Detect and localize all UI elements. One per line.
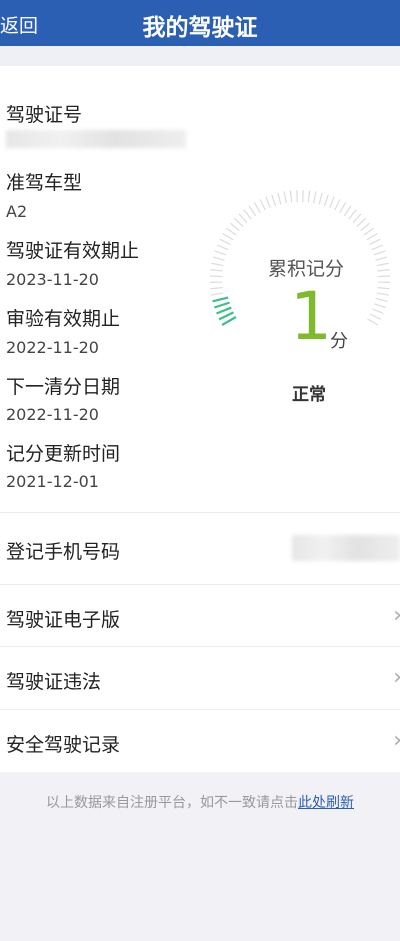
gauge-tick <box>210 287 223 290</box>
gauge-tick-filled <box>212 296 229 303</box>
chevron-right-icon: › <box>393 728 400 753</box>
gauge-tick <box>348 209 357 220</box>
gauge-tick <box>375 256 388 261</box>
electronic-license-row[interactable]: 驾驶证电子版 › <box>0 585 400 646</box>
gauge-tick <box>366 233 378 241</box>
license-class-label: 准驾车型 <box>6 172 83 194</box>
gauge-tick <box>363 227 374 236</box>
gauge-tick <box>212 256 225 261</box>
refresh-link[interactable]: 此处刷新 <box>298 795 354 811</box>
gauge-tick <box>222 233 234 241</box>
gauge-tick <box>343 205 352 217</box>
gauge-tick <box>323 194 329 207</box>
gauge-tick <box>356 217 366 228</box>
gauge-tick <box>377 275 390 278</box>
gauge-tick <box>329 196 335 209</box>
electronic-license-label: 驾驶证电子版 <box>6 609 121 631</box>
points-value: 1 <box>290 278 332 355</box>
gauge-tick <box>371 244 384 251</box>
gauge-tick-filled <box>216 306 232 315</box>
gauge-tick-filled <box>213 301 230 309</box>
gauge-tick <box>271 194 277 207</box>
gauge-tick <box>219 238 231 246</box>
gauge-tick <box>259 199 266 211</box>
gauge-tick <box>360 222 371 232</box>
inspection-until-label: 审验有效期止 <box>6 308 121 330</box>
next-clear-value: 2022-11-20 <box>6 405 99 424</box>
gauge-tick <box>377 269 390 272</box>
gauge-tick <box>367 318 379 326</box>
gauge-tick <box>376 262 389 267</box>
gauge-tick <box>234 217 244 228</box>
valid-until-label: 驾驶证有效期止 <box>6 240 140 262</box>
license-violations-label: 驾驶证违法 <box>6 671 102 693</box>
license-class-value: A2 <box>6 202 28 221</box>
header-spacer <box>0 46 400 66</box>
points-unit: 分 <box>330 331 348 352</box>
gauge-tick <box>210 275 223 278</box>
gauge-tick <box>313 191 317 204</box>
points-updated-label: 记分更新时间 <box>6 443 121 465</box>
gauge-tick <box>277 192 282 205</box>
top-navigation-bar: 返回 我的驾驶证 <box>0 0 400 46</box>
gauge-tick <box>334 199 341 211</box>
license-violations-row[interactable]: 驾驶证违法 › <box>0 647 400 709</box>
divider <box>0 512 400 513</box>
gauge-tick <box>229 222 240 232</box>
chevron-right-icon: › <box>393 603 400 628</box>
gauge-tick <box>265 196 271 209</box>
page-title: 我的驾驶证 <box>142 15 258 41</box>
footer-note-text: 以上数据来自注册平台，如不一致请点击 <box>46 795 298 811</box>
phone-number-label: 登记手机号码 <box>6 541 121 563</box>
safe-driving-record-label: 安全驾驶记录 <box>6 734 121 756</box>
gauge-tick <box>373 250 386 256</box>
gauge-tick-filled <box>218 311 234 321</box>
gauge-tick <box>211 292 224 296</box>
chevron-right-icon: › <box>393 665 400 690</box>
gauge-tick-filled <box>221 316 237 326</box>
gauge-tick <box>339 202 347 214</box>
gauge-tick <box>238 213 248 224</box>
footer-note: 以上数据来自注册平台，如不一致请点击此处刷新 <box>0 792 400 812</box>
gauge-tick <box>248 205 257 217</box>
points-label: 累积记分 <box>268 258 345 280</box>
gauge-tick <box>283 191 287 204</box>
gauge-tick <box>374 303 386 309</box>
gauge-tick <box>376 292 389 296</box>
inspection-until-value: 2022-11-20 <box>6 338 99 357</box>
gauge-tick <box>210 269 223 272</box>
points-status: 正常 <box>292 385 326 405</box>
gauge-tick <box>226 227 237 236</box>
gauge-tick <box>243 209 252 220</box>
valid-until-value: 2023-11-20 <box>6 270 99 289</box>
gauge-tick <box>369 238 381 246</box>
gauge-tick <box>377 287 390 290</box>
gauge-tick <box>307 190 311 203</box>
gauge-tick <box>214 250 227 256</box>
gauge-tick <box>372 308 384 315</box>
gauge-tick <box>216 244 229 251</box>
gauge-tick <box>253 202 261 214</box>
gauge-tick <box>318 192 323 205</box>
phone-number-redacted <box>292 535 400 561</box>
safe-driving-record-row[interactable]: 安全驾驶记录 › <box>0 710 400 772</box>
license-number-redacted <box>6 130 186 148</box>
gauge-tick <box>289 190 293 203</box>
gauge-tick <box>211 262 224 267</box>
gauge-tick <box>352 213 362 224</box>
license-number-label: 驾驶证号 <box>6 104 83 126</box>
points-updated-value: 2021-12-01 <box>6 472 99 491</box>
gauge-tick <box>375 297 388 302</box>
next-clear-label: 下一清分日期 <box>6 376 121 398</box>
gauge-tick <box>369 313 382 320</box>
